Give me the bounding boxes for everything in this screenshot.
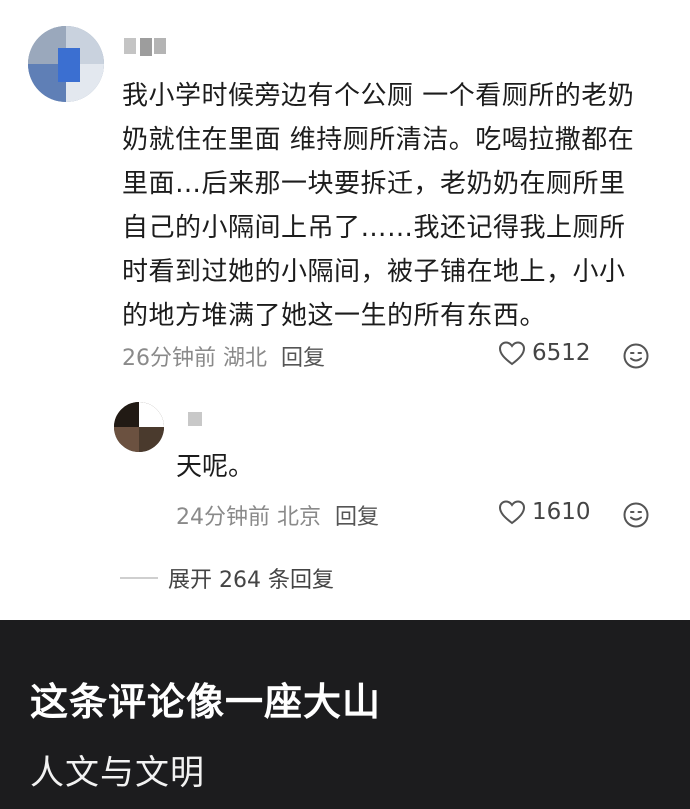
commenter-avatar[interactable]: [28, 26, 104, 102]
banner-subtitle: 人文与文明: [30, 753, 205, 793]
comment-like-count: 6512: [532, 340, 591, 366]
comment-reply-button[interactable]: 回复: [281, 346, 325, 371]
replier-username-blurred[interactable]: [188, 412, 202, 426]
smiley-icon[interactable]: [622, 342, 650, 370]
expand-divider: [120, 577, 158, 579]
reply-like-button[interactable]: 1610: [498, 499, 591, 525]
heart-icon: [498, 500, 526, 525]
heart-icon: [498, 341, 526, 366]
comment-card: 我小学时候旁边有个公厕 一个看厕所的老奶 奶就住在里面 维持厕所清洁。吃喝拉撒都…: [0, 0, 690, 620]
comment-line: 自己的小隔间上吊了……我还记得我上厕所: [122, 213, 626, 243]
reply-body: 天呢。: [176, 452, 255, 482]
comment-body: 我小学时候旁边有个公厕 一个看厕所的老奶 奶就住在里面 维持厕所清洁。吃喝拉撒都…: [122, 74, 662, 338]
comment-like-button[interactable]: 6512: [498, 340, 591, 366]
commenter-username-blurred[interactable]: [122, 34, 166, 58]
replier-avatar[interactable]: [114, 402, 164, 452]
comment-line: 我小学时候旁边有个公厕 一个看厕所的老奶: [122, 81, 635, 111]
comment-line: 里面…后来那一块要拆迁，老奶奶在厕所里: [122, 169, 626, 199]
comment-line: 奶就住在里面 维持厕所清洁。吃喝拉撒都在: [122, 125, 635, 155]
banner-title: 这条评论像一座大山: [30, 680, 382, 724]
reply-time-location: 24分钟前 北京: [176, 505, 321, 530]
reply-reply-button[interactable]: 回复: [335, 505, 379, 530]
smiley-icon[interactable]: [622, 501, 650, 529]
comment-line: 的地方堆满了她这一生的所有东西。: [122, 301, 547, 331]
comment-time-location: 26分钟前 湖北: [122, 346, 267, 371]
comment-meta: 26分钟前 湖北 回复: [122, 340, 325, 372]
reply-like-count: 1610: [532, 499, 591, 525]
expand-replies-button[interactable]: 展开 264 条回复: [120, 562, 334, 594]
comment-line: 时看到过她的小隔间，被子铺在地上，小小: [122, 257, 626, 287]
expand-replies-label: 展开 264 条回复: [168, 568, 334, 593]
reply-meta: 24分钟前 北京 回复: [176, 499, 379, 531]
